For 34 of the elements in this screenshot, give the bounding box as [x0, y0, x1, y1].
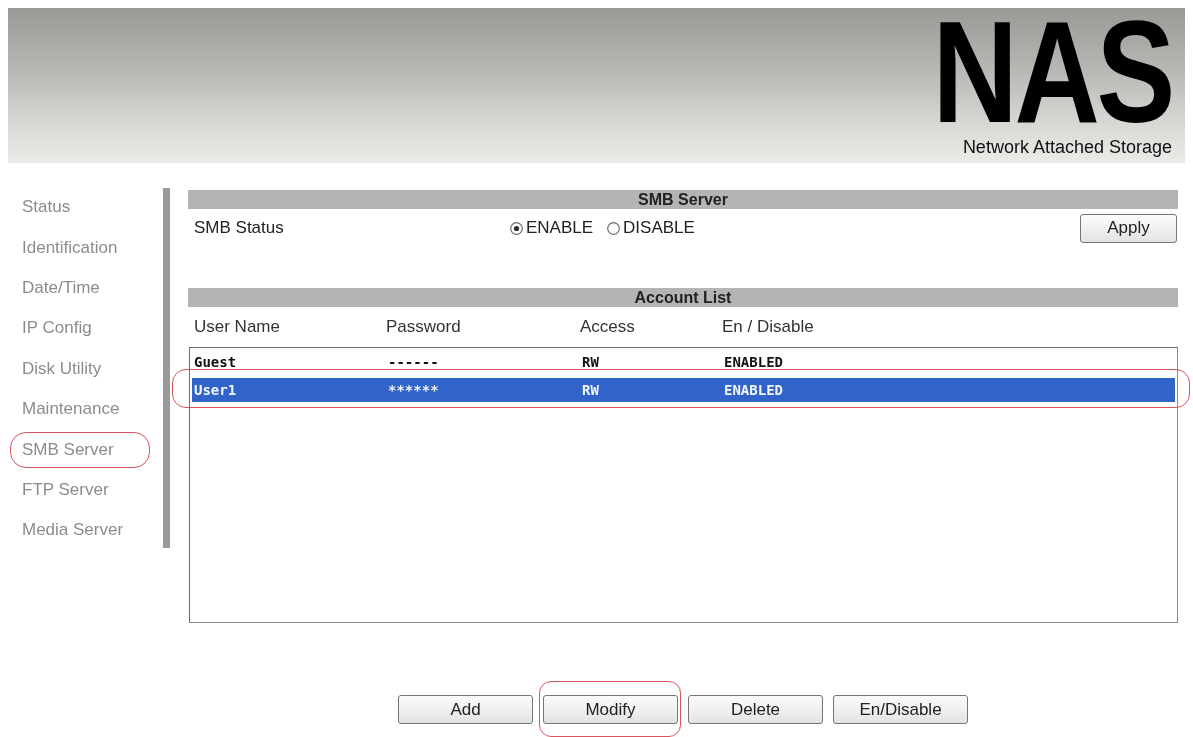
- row-cell: ------: [388, 354, 439, 370]
- section-header: SMB Server: [188, 190, 1178, 209]
- sidebar-item[interactable]: Disk Utility: [8, 348, 163, 389]
- sidebar-item[interactable]: SMB Server: [8, 429, 163, 470]
- section-header: Account List: [188, 288, 1178, 307]
- action-button[interactable]: Add: [398, 695, 533, 724]
- row-cell: User1: [194, 382, 237, 398]
- field-label: SMB Status: [194, 218, 285, 238]
- sidebar-item[interactable]: Date/Time: [8, 267, 163, 309]
- sidebar-item[interactable]: IP Config: [8, 308, 163, 349]
- action-button[interactable]: En/Disable: [833, 695, 968, 724]
- row-cell: RW: [582, 354, 599, 370]
- row-cell: Guest: [194, 354, 237, 370]
- sidebar-item[interactable]: Maintenance: [8, 388, 163, 430]
- radio-option[interactable]: DISABLE: [607, 218, 695, 238]
- sidebar-item[interactable]: FTP Server: [8, 469, 163, 511]
- column-header: Access: [580, 317, 635, 337]
- radio-option[interactable]: ENABLE: [510, 218, 594, 238]
- sidebar-item[interactable]: Media Server: [8, 510, 163, 551]
- logo-subtitle: Network Attached Storage: [962, 137, 1172, 157]
- column-header: User Name: [194, 317, 280, 337]
- account-row[interactable]: Guest ------ RW ENABLED: [192, 350, 1175, 374]
- column-header: Password: [386, 317, 461, 337]
- apply-button[interactable]: Apply: [1080, 213, 1177, 243]
- sidebar-item[interactable]: Status: [8, 187, 163, 228]
- column-header: En / Disable: [722, 317, 814, 337]
- action-button[interactable]: Delete: [688, 695, 823, 724]
- row-cell: ******: [388, 382, 439, 398]
- sidebar-item[interactable]: Identification: [8, 227, 163, 268]
- action-button[interactable]: Modify: [543, 695, 678, 724]
- row-cell: ENABLED: [724, 382, 783, 398]
- row-cell: RW: [582, 382, 599, 398]
- row-cell: ENABLED: [724, 354, 783, 370]
- logo-text: NAS: [932, 18, 1172, 128]
